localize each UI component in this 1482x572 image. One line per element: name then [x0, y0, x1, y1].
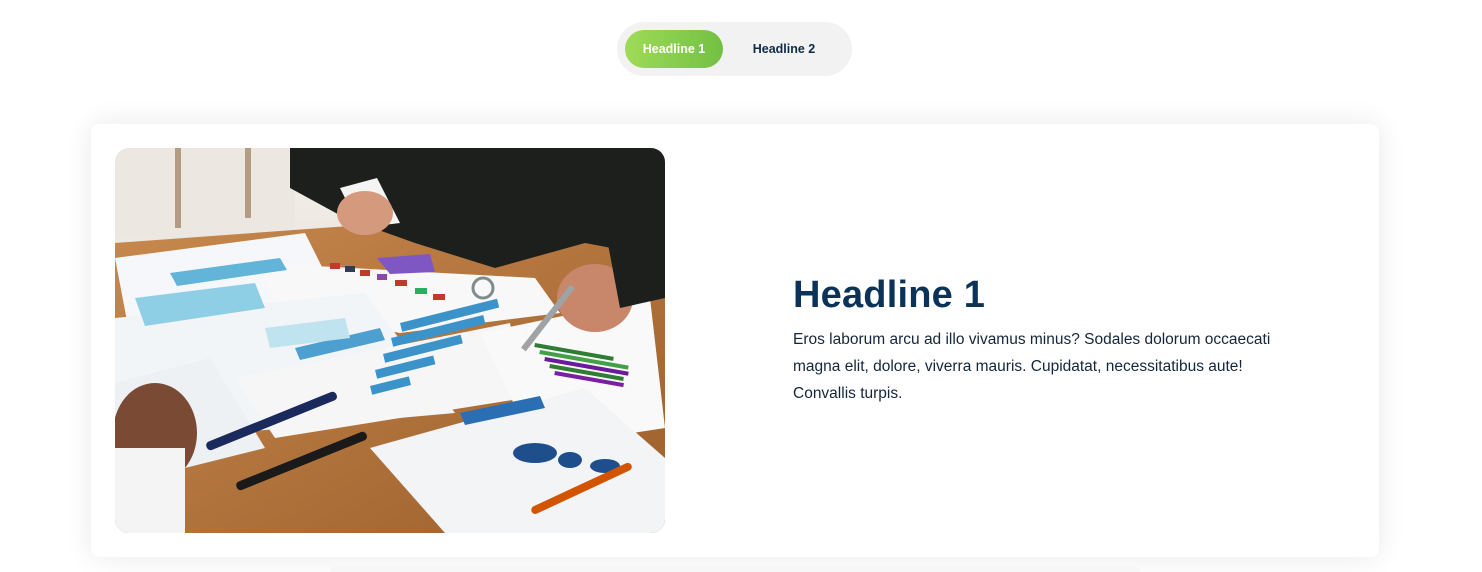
content-card: Headline 1 Eros laborum arcu ad illo viv…: [91, 124, 1379, 557]
card-text-block: Headline 1 Eros laborum arcu ad illo viv…: [793, 272, 1283, 407]
next-card-edge: [330, 566, 1140, 572]
tab-headline-2[interactable]: Headline 2: [731, 30, 837, 68]
tab-switcher: Headline 1 Headline 2: [617, 22, 852, 76]
card-body-text: Eros laborum arcu ad illo vivamus minus?…: [793, 331, 1271, 402]
page: Headline 1 Headline 2 Headline 1 Eros la…: [0, 0, 1482, 572]
tab-headline-1[interactable]: Headline 1: [625, 30, 723, 68]
business-meeting-photo: [115, 148, 665, 533]
card-headline: Headline 1: [793, 274, 986, 316]
